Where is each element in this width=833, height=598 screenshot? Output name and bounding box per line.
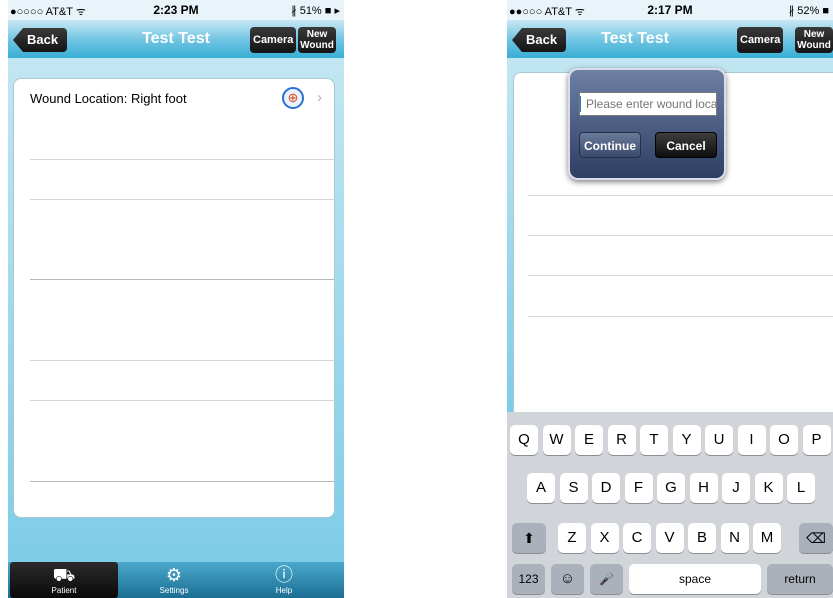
key-n[interactable]: N — [720, 523, 749, 553]
key-t[interactable]: T — [640, 425, 668, 455]
gear-icon: ⚙ — [165, 565, 183, 585]
patient-bed-icon: ⛟ — [52, 565, 76, 585]
tab-help[interactable]: ⓘ Help — [230, 562, 338, 598]
tab-label: Help — [275, 586, 293, 595]
tab-settings[interactable]: ⚙ Settings — [120, 562, 228, 598]
wound-list-card: Wound Location: Right foot ⊕ › — [13, 78, 335, 518]
key-h[interactable]: H — [689, 473, 718, 503]
onscreen-keyboard: QWERTYUIOP ASDFGHJKL ZXCVBNM ⬆ ⌫ 123 ☺ 🎤… — [507, 412, 833, 598]
return-key[interactable]: return — [767, 564, 833, 594]
foot-add-icon[interactable]: ⊕ — [282, 87, 304, 109]
key-y[interactable]: Y — [672, 425, 701, 455]
key-l[interactable]: L — [787, 473, 815, 503]
new-wound-button[interactable]: New Wound — [795, 27, 833, 53]
wound-location-label: Wound Location: Right foot — [30, 91, 187, 106]
key-s[interactable]: S — [559, 473, 588, 503]
row-divider — [528, 235, 833, 236]
row-divider — [528, 195, 833, 196]
status-time: 2:17 PM — [647, 3, 693, 17]
key-z[interactable]: Z — [558, 523, 586, 553]
microphone-key[interactable]: 🎤 — [590, 564, 623, 594]
numbers-key[interactable]: 123 — [512, 564, 545, 594]
key-b[interactable]: B — [688, 523, 716, 553]
info-icon: ⓘ — [275, 565, 293, 585]
key-c[interactable]: C — [623, 523, 651, 553]
camera-button[interactable]: Camera — [737, 27, 784, 53]
key-d[interactable]: D — [592, 473, 620, 503]
key-w[interactable]: W — [542, 425, 571, 455]
key-q[interactable]: Q — [510, 425, 538, 455]
key-o[interactable]: O — [770, 425, 798, 455]
battery-indicator: ∦ 52% ■ — [788, 5, 829, 17]
continue-button[interactable]: Continue — [579, 132, 641, 158]
row-divider — [30, 199, 334, 200]
navigation-bar: Back Test Test Camera New Wound — [507, 20, 833, 58]
key-j[interactable]: J — [722, 473, 750, 503]
back-button[interactable]: Back — [512, 28, 567, 52]
key-r[interactable]: R — [607, 425, 636, 455]
new-wound-button[interactable]: New Wound — [298, 27, 336, 53]
key-a[interactable]: A — [527, 473, 555, 503]
emoji-key[interactable]: ☺ — [551, 564, 584, 594]
row-divider — [30, 360, 334, 361]
content-area: Wound Location: Right foot ⊕ › — [8, 58, 344, 562]
key-u[interactable]: U — [705, 425, 733, 455]
row-divider — [30, 279, 334, 280]
status-bar: ●○○○○ AT&T ᯤ 2:23 PM ∦ 51% ■ ▸ — [8, 0, 344, 20]
camera-button[interactable]: Camera — [250, 27, 297, 53]
row-divider — [528, 316, 833, 317]
tab-label: Settings — [159, 586, 189, 595]
shift-key[interactable]: ⬆ — [512, 523, 546, 553]
navigation-bar: Back Test Test Camera New Wound — [8, 20, 344, 58]
key-g[interactable]: G — [657, 473, 685, 503]
patient-wound-screen: ●○○○○ AT&T ᯤ 2:23 PM ∦ 51% ■ ▸ Back Test… — [8, 0, 344, 598]
key-i[interactable]: I — [737, 425, 766, 455]
key-m[interactable]: M — [753, 523, 781, 553]
delete-key[interactable]: ⌫ — [799, 523, 833, 553]
space-key[interactable]: space — [629, 564, 761, 594]
row-divider — [528, 275, 833, 276]
key-f[interactable]: F — [624, 473, 653, 503]
chevron-right-icon: › — [317, 89, 322, 106]
wound-location-dialog: Continue Cancel — [568, 68, 726, 180]
key-k[interactable]: K — [754, 473, 783, 503]
text-caret — [580, 96, 581, 112]
battery-indicator: ∦ 51% ■ ▸ — [291, 5, 340, 17]
key-x[interactable]: X — [590, 523, 619, 553]
row-divider — [30, 159, 334, 160]
row-divider — [30, 481, 334, 482]
tab-bar: ⛟ Patient ⚙ Settings ⓘ Help — [8, 562, 344, 598]
key-p[interactable]: P — [802, 425, 831, 455]
key-v[interactable]: V — [655, 523, 684, 553]
tab-patient[interactable]: ⛟ Patient — [10, 562, 118, 598]
row-divider — [30, 400, 334, 401]
wound-row[interactable]: Wound Location: Right foot ⊕ › — [14, 79, 334, 119]
wound-location-input[interactable] — [579, 92, 717, 116]
back-button[interactable]: Back — [13, 28, 68, 52]
wound-location-entry-screen: ●●○○○ AT&T ᯤ 2:17 PM ∦ 52% ■ Back Test T… — [507, 0, 833, 598]
cancel-button[interactable]: Cancel — [655, 132, 717, 158]
key-e[interactable]: E — [575, 425, 603, 455]
status-bar: ●●○○○ AT&T ᯤ 2:17 PM ∦ 52% ■ — [507, 0, 833, 20]
tab-label: Patient — [51, 586, 77, 595]
